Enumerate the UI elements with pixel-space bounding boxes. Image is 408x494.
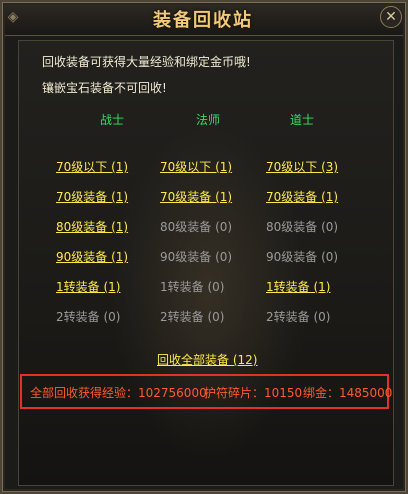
recycle-item-mage[interactable]: 70级以下 (1) [160,158,232,175]
recycle-item-mage: 90级装备 (0) [160,250,233,264]
recycle-item-mage: 2转装备 (0) [160,310,225,324]
recycle-item-taoist[interactable]: 70级以下 (3) [266,158,338,175]
window-title: 装备回收站 [153,10,253,31]
recycle-item-taoist: 90级装备 (0) [266,250,339,264]
column-header-taoist: 道士 [289,113,314,127]
recycle-item-mage[interactable]: 70级装备 (1) [160,188,232,205]
column-header-mage: 法师 [195,113,220,127]
recycle-item-taoist[interactable]: 70级装备 (1) [266,188,338,205]
recycle-item-mage: 80级装备 (0) [160,220,233,234]
recycle-item-taoist: 2转装备 (0) [266,310,331,324]
intro-text-1: 回收装备可获得大量经验和绑定金币哦! [42,55,251,69]
intro-text-2: 镶嵌宝石装备不可回收! [42,81,167,95]
summary-bound-gold: 绑金：1485000 [303,386,393,400]
recycle-item-warrior[interactable]: 90级装备 (1) [56,248,128,265]
recycle-window: ◈ 装备回收站 ✕ [0,0,408,494]
column-header-warrior: 战士 [99,113,124,127]
recycle-all-button[interactable]: 回收全部装备 (12) [157,351,257,368]
recycle-item-mage: 1转装备 (0) [160,280,225,294]
summary-exp: 全部回收获得经验：102756000 [30,386,207,400]
recycle-item-warrior: 2转装备 (0) [56,310,121,324]
recycle-item-warrior[interactable]: 70级装备 (1) [56,188,128,205]
close-button[interactable]: ✕ [380,6,402,28]
summary-fragments: 护符碎片：10150 [204,386,303,400]
recycle-item-taoist: 80级装备 (0) [266,220,339,234]
recycle-item-warrior[interactable]: 70级以下 (1) [56,158,128,175]
recycle-item-warrior[interactable]: 80级装备 (1) [56,218,128,235]
recycle-item-taoist[interactable]: 1转装备 (1) [266,278,330,295]
recycle-item-warrior[interactable]: 1转装备 (1) [56,278,120,295]
close-icon: ✕ [385,9,397,25]
